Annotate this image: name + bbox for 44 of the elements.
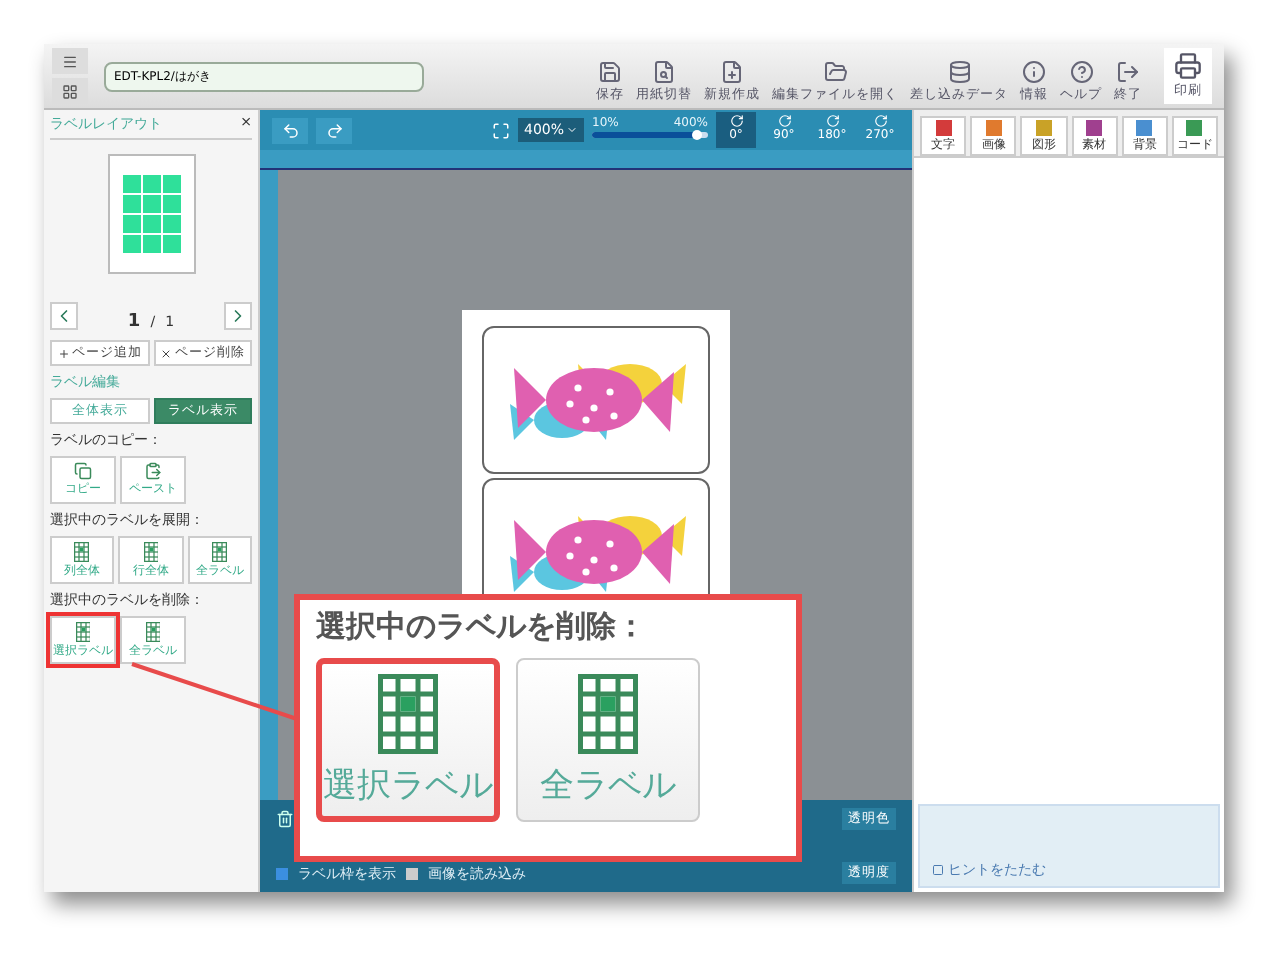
grid-icon	[62, 83, 78, 99]
folder-icon	[823, 60, 847, 84]
grid-icon	[378, 673, 438, 753]
undo-button[interactable]	[272, 117, 308, 143]
file-search-icon	[652, 60, 676, 84]
file-plus-icon	[720, 60, 744, 84]
trash-icon[interactable]	[276, 810, 294, 828]
previous-page-button[interactable]	[50, 301, 78, 329]
redo-icon	[325, 121, 343, 139]
grid-icon	[212, 541, 228, 561]
grid-button[interactable]	[52, 78, 88, 104]
database-icon	[947, 60, 971, 84]
rotate-icon	[873, 114, 887, 128]
grid-icon	[74, 541, 90, 561]
grid-icon	[143, 541, 159, 561]
rotate-icon	[729, 114, 743, 128]
grid-icon	[145, 621, 161, 641]
callout-heading: 選択中のラベルを削除：	[316, 608, 648, 646]
close-icon	[160, 347, 173, 359]
zoom-slider[interactable]	[592, 132, 708, 138]
checkbox[interactable]	[276, 867, 288, 879]
plus-icon	[57, 347, 70, 359]
info-icon	[1022, 60, 1046, 84]
menu-button[interactable]	[52, 48, 88, 74]
help-icon	[1069, 60, 1093, 84]
grid-icon	[75, 621, 91, 641]
save-icon	[598, 60, 622, 84]
rotate-icon	[777, 114, 791, 128]
copy-icon	[74, 462, 92, 480]
fit-icon[interactable]	[491, 121, 510, 139]
paste-icon	[144, 462, 162, 480]
layout-preview	[107, 154, 195, 274]
square-icon	[932, 864, 944, 876]
caret-icon	[566, 124, 578, 136]
redo-button[interactable]	[316, 117, 352, 143]
page-number: 1	[127, 312, 141, 332]
menu-icon	[62, 53, 78, 69]
printer-icon	[1174, 52, 1202, 80]
next-page-button[interactable]	[224, 301, 252, 329]
grid-icon	[578, 673, 638, 753]
rotate-icon	[825, 114, 839, 128]
checkbox[interactable]	[406, 867, 418, 879]
logout-icon	[1116, 60, 1140, 84]
undo-icon	[281, 121, 299, 139]
